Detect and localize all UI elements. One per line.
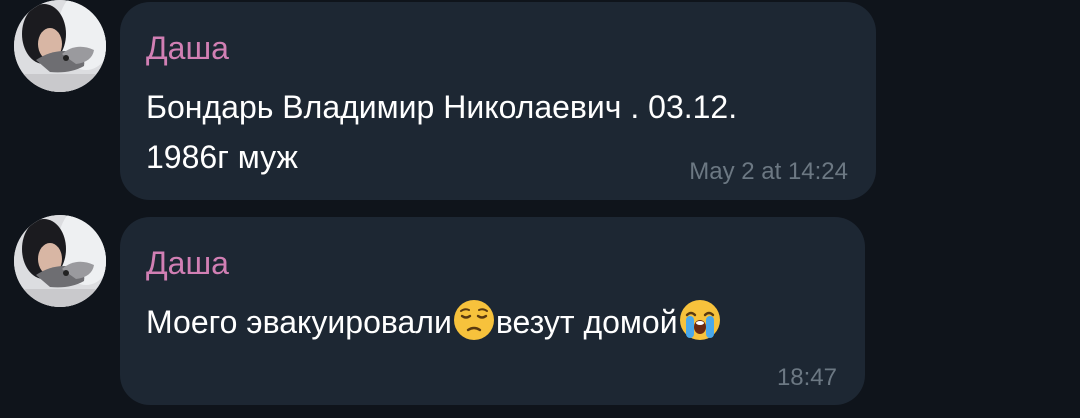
sender-name[interactable]: Даша <box>146 243 229 283</box>
message-text: Бондарь Владимир Николаевич . 03.12. 198… <box>146 82 737 182</box>
message-text-part: везут домой <box>495 304 678 340</box>
avatar-photo-icon <box>14 215 106 307</box>
pensive-face-icon <box>453 299 495 341</box>
chat-message-list: Даша Бондарь Владимир Николаевич . 03.12… <box>0 0 1080 418</box>
message-timestamp: 18:47 <box>776 364 837 391</box>
message-timestamp: May 2 at 14:24 <box>689 158 848 185</box>
message-text-part: Моего эвакуировали <box>146 304 452 340</box>
sender-avatar[interactable] <box>14 215 106 307</box>
sender-name[interactable]: Даша <box>146 28 229 68</box>
message-bubble[interactable]: Даша Моего эвакуировали везут домой 18:4… <box>120 217 865 405</box>
message-text: Моего эвакуировали везут домой <box>146 297 722 347</box>
sender-avatar[interactable] <box>14 0 106 92</box>
avatar-photo-icon <box>14 0 106 92</box>
message-text-line: Бондарь Владимир Николаевич . 03.12. <box>146 89 738 125</box>
loudly-crying-face-icon <box>679 299 721 341</box>
message-text-line: 1986г муж <box>146 139 298 175</box>
message-row: Даша Бондарь Владимир Николаевич . 03.12… <box>0 0 1080 205</box>
message-row: Даша Моего эвакуировали везут домой 18:4… <box>0 215 1080 418</box>
message-bubble[interactable]: Даша Бондарь Владимир Николаевич . 03.12… <box>120 2 876 200</box>
